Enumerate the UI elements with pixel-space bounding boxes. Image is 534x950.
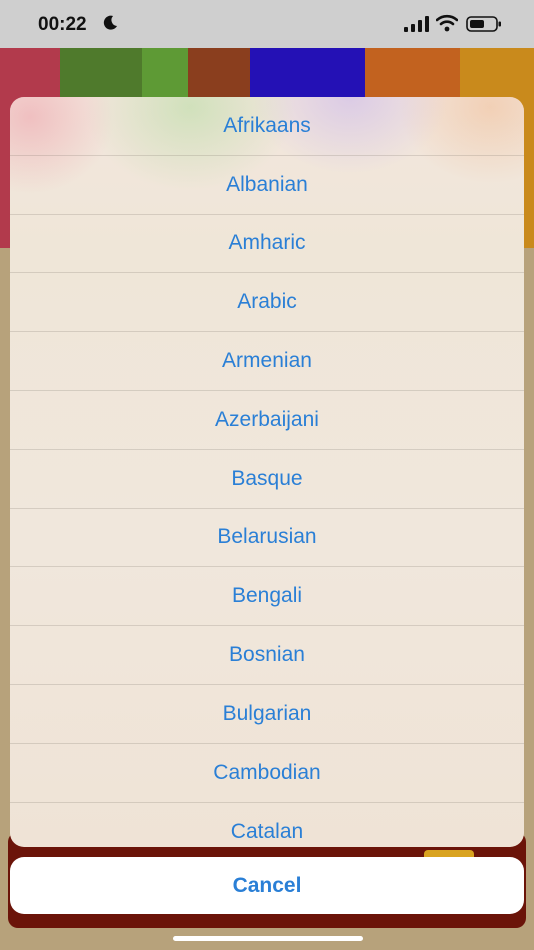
moon-icon [103,15,117,30]
home-indicator [173,936,363,941]
language-option[interactable]: Azerbaijani [10,391,524,450]
cancel-button[interactable]: Cancel [10,857,524,914]
language-option[interactable]: Bengali [10,567,524,627]
status-time: 00:22 [38,14,87,35]
language-option[interactable]: Amharic [10,215,524,274]
language-option[interactable]: Catalan [10,803,524,847]
signal-icon [404,16,429,32]
language-option[interactable]: Basque [10,450,524,509]
status-bar: 00:22 [0,0,534,48]
language-option[interactable]: Afrikaans [10,97,524,156]
battery-icon [466,16,501,32]
language-option[interactable]: Arabic [10,273,524,333]
language-option[interactable]: Bulgarian [10,685,524,744]
language-option[interactable]: Bosnian [10,626,524,685]
language-option[interactable]: Cambodian [10,744,524,803]
language-action-sheet: Afrikaans Albanian Amharic Arabic Armeni… [10,97,524,847]
language-option[interactable]: Armenian [10,332,524,391]
language-option[interactable]: Albanian [10,156,524,215]
language-option[interactable]: Belarusian [10,509,524,568]
wifi-icon [436,14,458,32]
